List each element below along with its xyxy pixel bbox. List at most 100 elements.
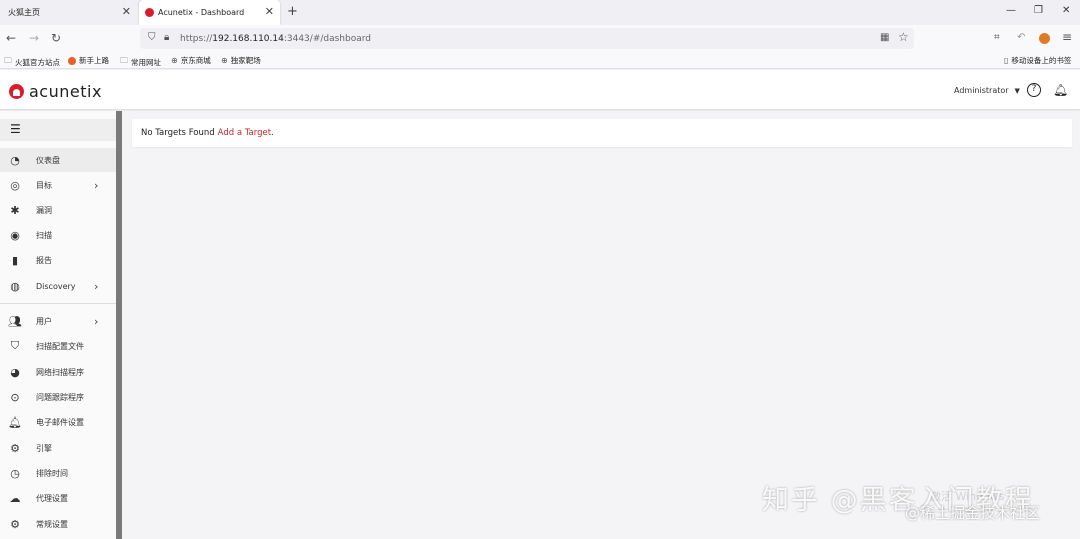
chevron-right-icon: › [94,178,99,192]
sidebar-item-engines[interactable]: ⚙ 引擎 [0,436,116,460]
hamburger-icon: ☰ [10,122,21,136]
mobile-bookmarks[interactable]: ▯ 移动设备上的书签 [1004,55,1071,66]
user-name: Administrator [954,86,1009,95]
folder-icon: 🗀 [120,56,128,65]
sidebar-item-vulnerabilities[interactable]: ✱ 漏洞 [0,198,116,222]
mobile-icon: ▯ [1004,56,1009,65]
close-icon[interactable]: ✕ [265,6,274,18]
sidebar-item-label: 用户 [36,316,52,326]
no-targets-card: No Targets Found Add a Target . [132,119,1072,147]
chevron-right-icon: › [94,314,99,328]
bookmark-item[interactable]: ⊕ 独家靶场 [221,55,261,66]
app-header: acunetix Administrator ▼ ? 🔔︎ [0,70,1080,110]
sidebar-item-label: 电子邮件设置 [36,417,84,427]
url-path: :3443/#/dashboard [283,33,371,44]
undo-icon[interactable]: ↶ [1017,32,1025,43]
add-target-link[interactable]: Add a Target [218,128,271,138]
browser-nav-bar: ← → ↻ https:// 192.168.110.14 :3443/#/da… [0,25,1080,52]
bug-icon: ✱ [10,203,20,217]
engine-icon: ⚙ [10,441,20,455]
target-icon: ◎ [10,178,20,192]
help-icon[interactable]: ? [1027,83,1041,97]
users-icon: 👥︎ [8,314,22,328]
dashboard-icon: ◔ [10,153,20,167]
sidebar-item-dashboard[interactable]: ◔ 仪表盘 [0,148,116,172]
bookmark-item[interactable]: 🗀 常用网址 [120,55,161,69]
tab-label: 火狐主页 [8,8,40,17]
shield-icon: ⛉ [10,339,20,352]
bookmark-item[interactable]: 🗀 火狐官方站点 [4,55,60,69]
lock-icon[interactable]: 🔒︎ [164,32,169,43]
clock-icon: ◷ [10,466,20,480]
sidebar-item-label: 漏洞 [36,205,52,215]
sidebar-item-network-scanner[interactable]: ◕ 网络扫描程序 [0,360,116,384]
juejin-watermark: @稀土掘金技术社区 [905,504,1041,522]
sidebar-item-users[interactable]: 👥︎ 用户 › [0,309,116,333]
main-content: No Targets Found Add a Target . [122,111,1080,539]
back-button[interactable]: ← [6,31,16,45]
minimize-button[interactable]: — [1006,5,1016,16]
tab-firefox-home[interactable]: 火狐主页 ✕ [0,0,137,25]
qr-icon[interactable]: ▦ [880,32,889,43]
brand-name: acunetix [29,82,102,101]
user-menu[interactable]: Administrator ▼ [954,86,1020,95]
bookmark-item[interactable]: ⊕ 京东商城 [171,55,211,66]
acunetix-favicon-icon [145,8,154,17]
bookmarks-bar: 🗀 火狐官方站点 新手上路 🗀 常用网址 ⊕ 京东商城 ⊕ 独家靶场 ▯ 移动设… [0,52,1080,69]
url-scheme: https:// [180,33,213,44]
forward-button[interactable]: → [29,31,39,45]
close-icon[interactable]: ✕ [122,6,131,18]
new-tab-button[interactable]: + [287,4,298,19]
sidebar-item-label: 仪表盘 [36,155,60,165]
issue-tracker-icon: ⊙ [10,390,20,404]
acunetix-logo-icon [9,84,24,99]
bookmark-label: 常用网址 [131,57,161,67]
sidebar-item-general-settings[interactable]: ⚙ 常规设置 [0,512,116,536]
acunetix-logo[interactable]: acunetix [9,82,102,101]
sidebar-item-issue-trackers[interactable]: ⊙ 问题跟踪程序 [0,385,116,409]
sidebar-divider [0,303,116,304]
sidebar: ☰ ◔ 仪表盘 ◎ 目标 › ✱ 漏洞 ◉ 扫描 ▮ 报告 ◍ Discover… [0,111,122,539]
sidebar-item-label: 网络扫描程序 [36,367,84,377]
bookmark-label: 火狐官方站点 [15,57,60,67]
sidebar-item-label: 扫描 [36,230,52,240]
star-icon[interactable]: ☆ [898,30,909,44]
crop-icon[interactable]: ⌗ [994,32,1000,43]
address-bar[interactable]: https:// 192.168.110.14 :3443/#/dashboar… [140,28,914,49]
window-close-button[interactable]: ✕ [1062,5,1070,16]
tab-acunetix-dashboard[interactable]: Acunetix - Dashboard ✕ [139,0,280,25]
sidebar-item-targets[interactable]: ◎ 目标 › [0,173,116,197]
network-scan-icon: ◕ [10,365,20,379]
sidebar-toggle-button[interactable]: ☰ [0,119,116,141]
sidebar-item-reports[interactable]: ▮ 报告 [0,248,116,272]
sidebar-item-label: 问题跟踪程序 [36,392,84,402]
sidebar-item-discovery[interactable]: ◍ Discovery › [0,274,116,298]
sidebar-item-label: 常规设置 [36,519,68,529]
scan-icon: ◉ [10,228,20,242]
sidebar-item-scans[interactable]: ◉ 扫描 [0,223,116,247]
restore-button[interactable]: ❐ [1034,5,1043,16]
sidebar-item-label: 扫描配置文件 [36,341,84,351]
sidebar-item-email-settings[interactable]: 🔔︎ 电子邮件设置 [0,410,116,434]
sidebar-item-excluded-hours[interactable]: ◷ 排除时间 [0,461,116,485]
compass-icon: ◍ [10,279,20,293]
sidebar-item-label: 代理设置 [36,493,68,503]
shield-icon[interactable]: ⛉ [148,32,156,43]
menu-icon[interactable]: ≡ [1062,30,1072,44]
notification-bell-icon[interactable]: 🔔︎ [1053,83,1068,97]
globe-icon: ⊕ [221,56,228,65]
browser-tab-bar: 火狐主页 ✕ Acunetix - Dashboard ✕ + — ❐ ✕ [0,0,1080,25]
reload-button[interactable]: ↻ [51,31,61,45]
sidebar-item-label: 排除时间 [36,468,68,478]
bookmark-label: 京东商城 [180,56,211,65]
sidebar-item-label: Discovery [36,281,76,291]
cloud-icon: ☁ [9,491,21,505]
sidebar-item-proxy-settings[interactable]: ☁ 代理设置 [0,486,116,510]
sidebar-item-scan-profiles[interactable]: ⛉ 扫描配置文件 [0,334,116,358]
tab-label: Acunetix - Dashboard [158,8,245,17]
bookmark-label: 移动设备上的书签 [1011,56,1072,65]
bookmark-item[interactable]: 新手上路 [68,55,109,66]
url-host: 192.168.110.14 [212,33,284,44]
sidebar-item-label: 目标 [36,180,52,190]
extension-icon[interactable] [1039,33,1050,44]
